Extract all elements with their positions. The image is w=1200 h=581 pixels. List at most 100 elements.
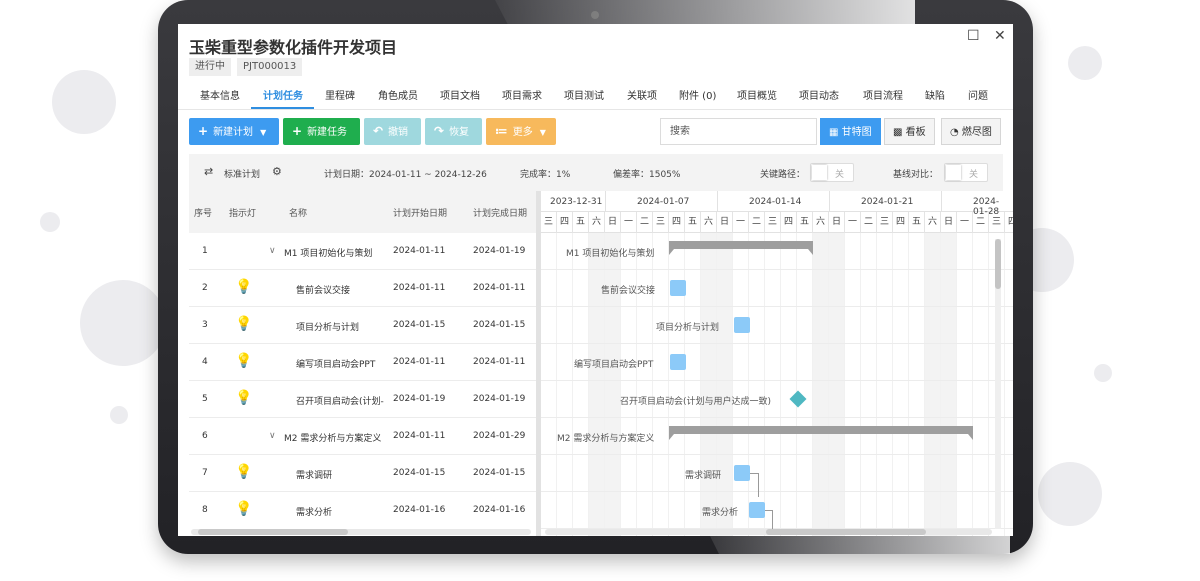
gear-icon[interactable]: ⚙ [272,165,282,178]
tab-plan-tasks[interactable]: 计划任务 [263,87,303,102]
scrollbar-thumb[interactable] [995,239,1001,289]
critical-path-label: 关键路径： [760,170,806,180]
summary-bar[interactable] [669,426,973,440]
new-task-label: 新建任务 [307,127,348,138]
row-no: 4 [202,357,208,367]
week-label: 2024-01-07 [637,197,690,207]
toggle-state: 关 [835,170,845,180]
tab-overview[interactable]: 项目概览 [737,87,777,102]
col-header-no[interactable]: 序号 [194,206,212,219]
chevron-down-icon[interactable]: ∨ [269,246,276,256]
search-input[interactable]: 搜索 [660,118,817,145]
gantt-chart: 2023-12-31 2024-01-07 2024-01-14 2024-01… [541,191,1013,536]
baseline-label: 基线对比： [893,170,939,180]
tab-basic-info[interactable]: 基本信息 [200,87,240,102]
close-icon[interactable]: ✕ [994,28,1006,44]
tab-related[interactable]: 关联项 [627,87,657,102]
tab-defects[interactable]: 缺陷 [925,87,945,102]
col-header-indicator[interactable]: 指示灯 [229,206,256,219]
weekday-cell: 六 [589,212,605,233]
col-header-start[interactable]: 计划开始日期 [393,206,447,219]
new-task-button[interactable]: + 新建任务 [283,118,360,145]
weekday-cell: 三 [877,212,893,233]
table-row[interactable]: 3 💡 项目分析与计划 2024-01-15 2024-01-15 [189,307,536,344]
gantt-row: 需求调研 [541,455,1013,497]
board-icon: ▩ [893,127,906,138]
swap-icon[interactable]: ⇄ [204,165,213,178]
baseline-toggle[interactable]: 关 [944,163,988,182]
board-view-label: 看板 [905,127,926,138]
tab-tests[interactable]: 项目测试 [564,87,604,102]
table-row[interactable]: 8 💡 需求分析 2024-01-16 2024-01-16 [189,492,536,528]
undo-button[interactable]: ↶ 撤销 [364,118,421,145]
row-end: 2024-01-16 [473,505,526,515]
weekday-cell: 六 [925,212,941,233]
weekday-cell: 一 [845,212,861,233]
table-row[interactable]: 6 ∨ M2 需求分析与方案定义 2024-01-11 2024-01-29 [189,418,536,455]
scrollbar-thumb[interactable] [198,529,348,535]
completion-rate: 完成率：1% [520,170,571,180]
scrollbar-thumb[interactable] [766,529,926,535]
task-bar[interactable] [670,354,686,370]
redo-icon: ↷ [434,124,445,138]
task-bar[interactable] [734,317,750,333]
tab-attachments[interactable]: 附件 (0) [679,87,716,102]
row-end: 2024-01-15 [473,320,526,330]
board-view-button[interactable]: ▩ 看板 [884,118,935,145]
deviation-rate: 偏差率：1505% [613,170,681,180]
toggle-state: 关 [969,170,979,180]
plan-mode-label[interactable]: 标准计划 [224,167,260,180]
tab-milestones[interactable]: 里程碑 [325,87,355,102]
task-bar[interactable] [749,502,765,518]
toggle-knob [812,165,827,180]
chevron-down-icon[interactable]: ∨ [269,431,276,441]
task-grid: 1 ∨ M1 项目初始化与策划 2024-01-11 2024-01-19 2 … [189,233,536,528]
weekday-cell: 二 [637,212,653,233]
row-start: 2024-01-11 [393,431,446,441]
tab-workflow[interactable]: 项目流程 [863,87,903,102]
table-row[interactable]: 5 💡 召开项目启动会(计划- 2024-01-19 2024-01-19 [189,381,536,418]
tab-members[interactable]: 角色成员 [378,87,418,102]
gantt-row: 召开项目启动会(计划与用户达成一致) [541,381,1013,418]
row-end: 2024-01-15 [473,468,526,478]
gantt-row: 编写项目启动会PPT [541,344,1013,381]
background-bubble [1094,364,1112,382]
task-bar[interactable] [670,280,686,296]
weekday-cell: 三 [989,212,1005,233]
maximize-icon[interactable]: ☐ [967,28,980,44]
row-name: 项目分析与计划 [296,323,360,333]
row-end: 2024-01-11 [473,283,526,293]
col-header-name[interactable]: 名称 [289,206,307,219]
redo-button[interactable]: ↷ 恢复 [425,118,482,145]
new-plan-button[interactable]: + 新建计划 ▼ [189,118,279,145]
undo-label: 撤销 [388,127,409,138]
burndown-view-label: 燃尽图 [961,127,992,138]
summary-bar[interactable] [669,241,813,255]
weekday-cell: 一 [957,212,973,233]
row-start: 2024-01-15 [393,320,446,330]
row-name: 召开项目启动会(计划- [296,397,384,407]
burndown-view-button[interactable]: ◔ 燃尽图 [941,118,1001,145]
more-button[interactable]: ≔ 更多 ▼ [486,118,556,145]
gantt-view-button[interactable]: ▦ 甘特图 [820,118,881,145]
tab-issues[interactable]: 问题 [968,87,988,102]
weekday-cell: 二 [749,212,765,233]
plus-icon: + [198,124,209,138]
milestone-diamond[interactable] [789,390,807,408]
undo-icon: ↶ [373,124,384,138]
table-row[interactable]: 4 💡 编写项目启动会PPT 2024-01-11 2024-01-11 [189,344,536,381]
toggle-knob [946,165,961,180]
tab-documents[interactable]: 项目文档 [440,87,480,102]
row-name: M2 需求分析与方案定义 [284,434,382,444]
row-start: 2024-01-16 [393,505,446,515]
task-bar[interactable] [734,465,750,481]
tab-requirements[interactable]: 项目需求 [502,87,542,102]
table-row[interactable]: 2 💡 售前会议交接 2024-01-11 2024-01-11 [189,270,536,307]
table-row[interactable]: 1 ∨ M1 项目初始化与策划 2024-01-11 2024-01-19 [189,233,536,270]
col-header-end[interactable]: 计划完成日期 [473,206,527,219]
weekday-cell: 六 [701,212,717,233]
tab-activity[interactable]: 项目动态 [799,87,839,102]
table-row[interactable]: 7 💡 需求调研 2024-01-15 2024-01-15 [189,455,536,492]
bar-label: 售前会议交接 [601,286,656,296]
critical-path-toggle[interactable]: 关 [810,163,854,182]
